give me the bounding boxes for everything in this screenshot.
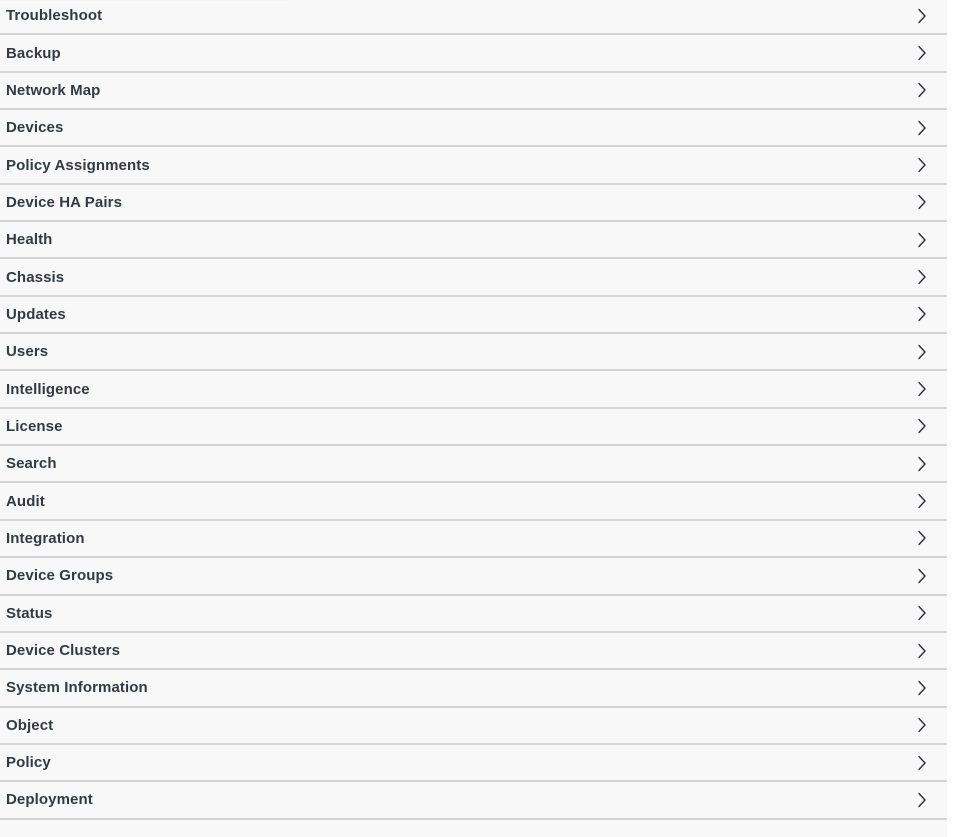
resource-list: Troubleshoot Backup Network Map Devices Poli… — [0, 0, 947, 820]
resource-row[interactable]: Devices — [0, 110, 947, 148]
chevron-right-icon[interactable] — [909, 115, 935, 141]
chevron-right-icon[interactable] — [909, 638, 935, 664]
chevron-right-icon[interactable] — [909, 750, 935, 776]
resource-row[interactable]: Network Map — [0, 72, 947, 111]
resource-list-viewport: Troubleshoot Backup Network Map Devices Poli… — [0, 0, 965, 837]
resource-row-label: Intelligence — [6, 380, 90, 398]
chevron-right-icon[interactable] — [909, 40, 935, 66]
resource-row[interactable]: Troubleshoot — [0, 0, 947, 36]
resource-row-label: Device Clusters — [6, 642, 121, 660]
chevron-right-icon[interactable] — [909, 189, 935, 215]
resource-row-label: System Information — [6, 679, 148, 697]
resource-row-label: Search — [6, 455, 57, 473]
resource-row-label: Troubleshoot — [6, 7, 103, 25]
chevron-right-icon[interactable] — [909, 488, 935, 514]
resource-row-label: Backup — [6, 44, 61, 62]
chevron-right-icon[interactable] — [909, 712, 935, 738]
resource-row-label: Audit — [6, 492, 45, 510]
chevron-right-icon[interactable] — [909, 227, 935, 253]
resource-row[interactable]: Object — [0, 707, 947, 745]
resource-row-label: Device Groups — [6, 567, 114, 585]
resource-row-label: Deployment — [6, 791, 93, 809]
resource-row-label: Status — [6, 604, 53, 622]
resource-row[interactable]: Device HA Pairs — [0, 184, 947, 223]
resource-row-label: Policy — [6, 754, 51, 772]
resource-row[interactable]: Search — [0, 446, 947, 484]
resource-row[interactable]: Backup — [0, 35, 947, 73]
chevron-right-icon[interactable] — [909, 3, 935, 29]
resource-row[interactable]: Health — [0, 222, 947, 260]
resource-row-label: Device HA Pairs — [6, 193, 123, 211]
resource-row[interactable]: Deployment — [0, 782, 947, 820]
partial-row-bottom — [0, 820, 947, 837]
resource-row[interactable]: Device Groups — [0, 558, 947, 596]
resource-row-label: Policy Assignments — [6, 156, 150, 174]
chevron-right-icon[interactable] — [909, 600, 935, 626]
chevron-right-icon[interactable] — [909, 675, 935, 701]
resource-row-label: Integration — [6, 529, 85, 547]
chevron-right-icon[interactable] — [909, 152, 935, 178]
resource-row-label: Chassis — [6, 268, 65, 286]
chevron-right-icon[interactable] — [909, 77, 935, 103]
resource-row[interactable]: Intelligence — [0, 371, 947, 409]
chevron-right-icon[interactable] — [909, 525, 935, 551]
resource-row-label: Network Map — [6, 81, 101, 99]
scroll-gutter[interactable] — [947, 0, 965, 837]
resource-row[interactable]: Integration — [0, 520, 947, 559]
resource-row[interactable]: Device Clusters — [0, 632, 947, 671]
resource-row[interactable]: Status — [0, 595, 947, 633]
chevron-right-icon[interactable] — [909, 787, 935, 813]
resource-row[interactable]: Chassis — [0, 259, 947, 297]
chevron-right-icon[interactable] — [909, 301, 935, 327]
resource-row[interactable]: Policy Assignments — [0, 147, 947, 185]
resource-row[interactable]: Users — [0, 334, 947, 372]
chevron-right-icon[interactable] — [909, 376, 935, 402]
resource-row-label: Health — [6, 231, 53, 249]
chevron-right-icon[interactable] — [909, 264, 935, 290]
resource-row[interactable]: System Information — [0, 670, 947, 708]
resource-row[interactable]: Audit — [0, 483, 947, 521]
resource-row-label: Devices — [6, 119, 64, 137]
chevron-right-icon[interactable] — [909, 451, 935, 477]
resource-row-label: License — [6, 417, 63, 435]
resource-row-label: Users — [6, 343, 49, 361]
resource-row[interactable]: Policy — [0, 744, 947, 783]
resource-row-label: Updates — [6, 305, 66, 323]
chevron-right-icon[interactable] — [909, 339, 935, 365]
chevron-right-icon[interactable] — [909, 563, 935, 589]
resource-row-label: Object — [6, 716, 54, 734]
resource-row[interactable]: License — [0, 408, 947, 447]
chevron-right-icon[interactable] — [909, 413, 935, 439]
resource-row[interactable]: Updates — [0, 296, 947, 335]
